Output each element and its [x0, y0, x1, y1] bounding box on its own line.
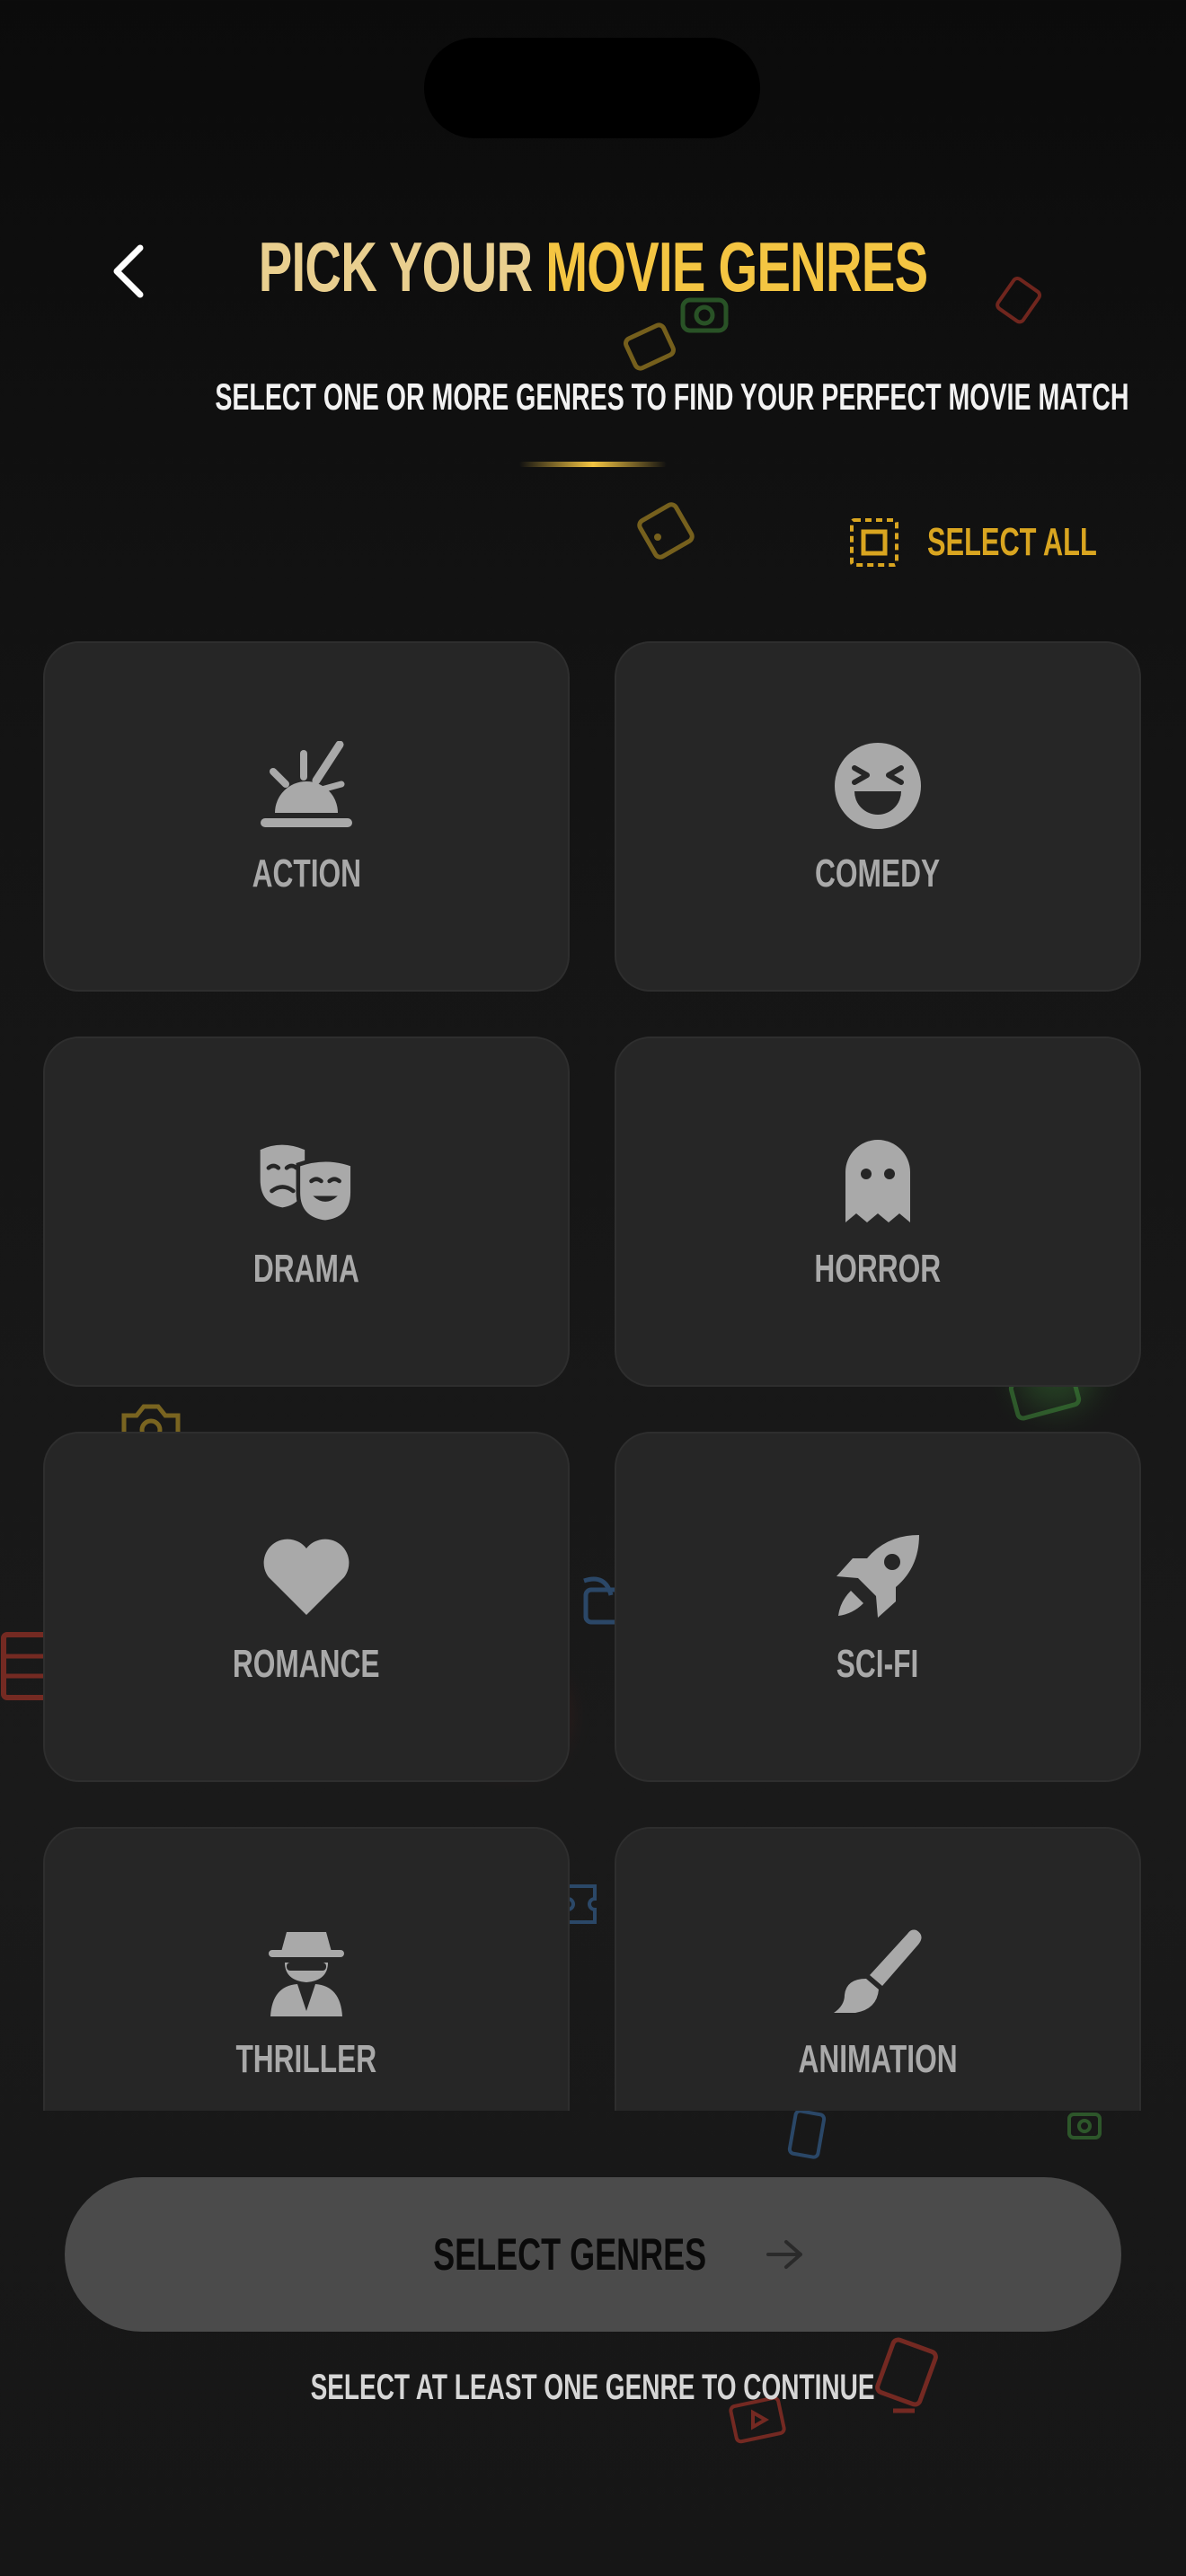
select-genres-button[interactable]: SELECT GENRES	[65, 2177, 1121, 2332]
title-part-1: PICK YOUR	[258, 227, 546, 306]
genre-label: ANIMATION	[798, 2037, 958, 2081]
spy-icon	[257, 1922, 356, 2021]
genre-card-comedy[interactable]: COMEDY	[615, 641, 1141, 992]
cta-label: SELECT GENRES	[432, 2229, 707, 2280]
theater-masks-icon	[257, 1132, 356, 1231]
genre-label: COMEDY	[815, 851, 941, 895]
genre-card-drama[interactable]: DRAMA	[43, 1037, 570, 1387]
genre-card-thriller[interactable]: THRILLER	[43, 1827, 570, 2111]
arrow-right-icon	[766, 2240, 803, 2269]
title-divider	[519, 462, 667, 467]
genre-label: SCI-FI	[836, 1642, 919, 1686]
select-all-icon	[850, 518, 898, 567]
heart-icon	[257, 1527, 356, 1626]
ghost-icon	[828, 1132, 927, 1231]
genre-grid[interactable]: ACTION COMEDY DRAMA HORROR ROMANCE SCI-F…	[0, 629, 1186, 2111]
genre-label: DRAMA	[253, 1247, 359, 1291]
genre-card-romance[interactable]: ROMANCE	[43, 1432, 570, 1782]
title-part-2: MOVIE GENRES	[545, 227, 928, 306]
genre-card-sci-fi[interactable]: SCI-FI	[615, 1432, 1141, 1782]
select-all-label: SELECT ALL	[927, 520, 1097, 564]
paintbrush-icon	[828, 1922, 927, 2021]
page-subtitle: SELECT ONE OR MORE GENRES TO FIND YOUR P…	[0, 375, 1186, 419]
genre-label: HORROR	[814, 1247, 942, 1291]
page-title: PICK YOUR MOVIE GENRES	[0, 226, 1186, 308]
helper-text: SELECT AT LEAST ONE GENRE TO CONTINUE	[0, 2368, 1186, 2408]
rocket-icon	[828, 1527, 927, 1626]
tv-doodle-icon	[637, 502, 695, 560]
page-subtitle-text: SELECT ONE OR MORE GENRES TO FIND YOUR P…	[215, 375, 1129, 418]
phone-doodle-icon	[787, 2109, 827, 2159]
dynamic-island	[424, 38, 760, 138]
explosion-icon	[257, 737, 356, 835]
genre-label: ACTION	[252, 851, 361, 895]
genre-label: THRILLER	[235, 2037, 377, 2081]
genre-card-animation[interactable]: ANIMATION	[615, 1827, 1141, 2111]
genre-card-horror[interactable]: HORROR	[615, 1037, 1141, 1387]
helper-text-content: SELECT AT LEAST ONE GENRE TO CONTINUE	[311, 2368, 875, 2407]
genre-card-action[interactable]: ACTION	[43, 641, 570, 992]
laughing-face-icon	[828, 737, 927, 835]
select-all-button[interactable]: SELECT ALL	[848, 514, 1170, 571]
genre-label: ROMANCE	[233, 1642, 380, 1686]
